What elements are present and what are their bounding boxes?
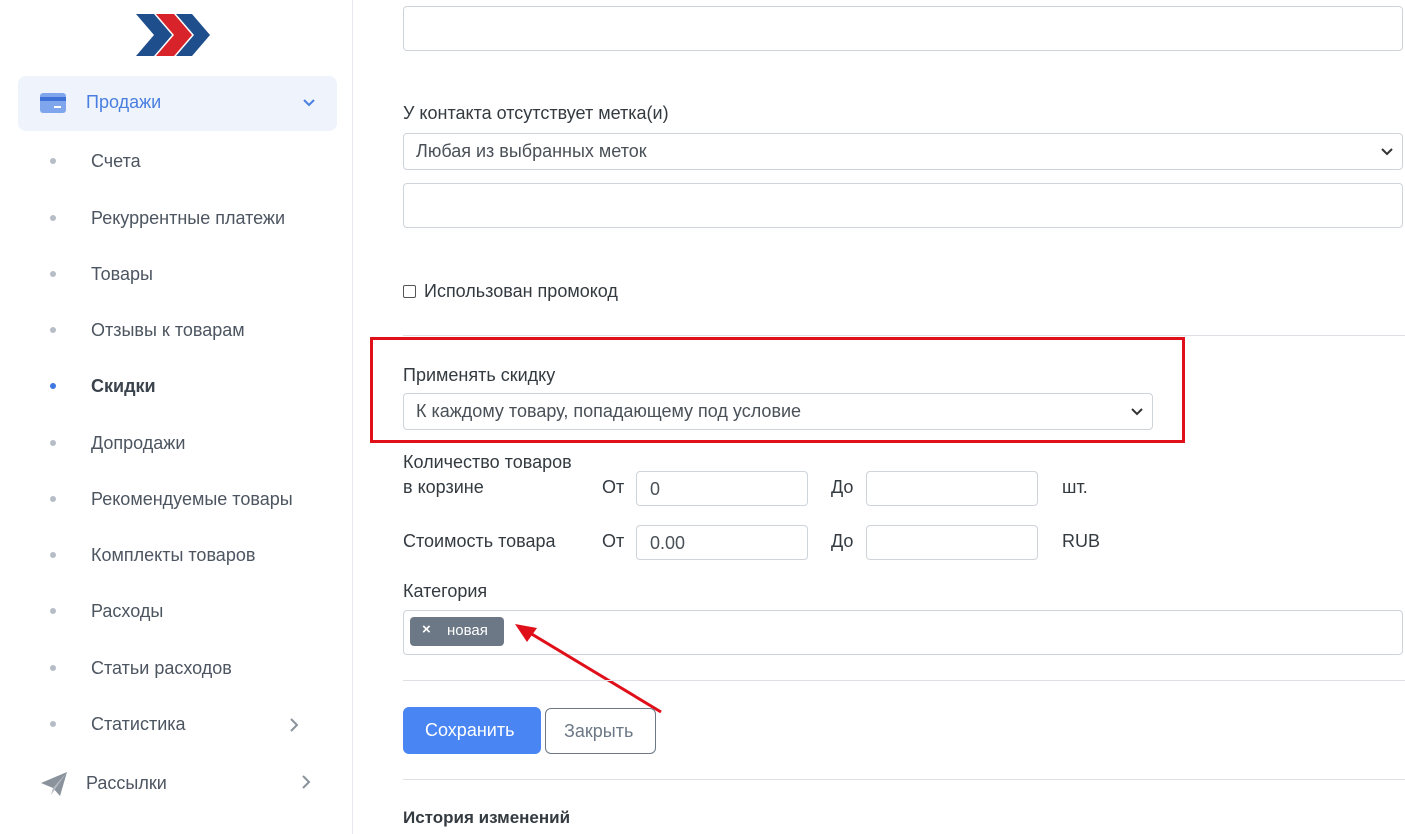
save-button[interactable]: Сохранить bbox=[403, 707, 541, 754]
sidebar-item-label: Счета bbox=[91, 151, 141, 171]
divider bbox=[403, 335, 1405, 336]
divider bbox=[403, 779, 1405, 780]
category-tag: × новая bbox=[410, 617, 504, 646]
sidebar-item-label: Скидки bbox=[91, 376, 156, 396]
select-value: Любая из выбранных меток bbox=[416, 141, 647, 161]
tags-missing-input[interactable] bbox=[403, 183, 1403, 228]
sidebar-item-product-reviews[interactable]: Отзывы к товарам bbox=[30, 311, 330, 351]
remove-tag-icon[interactable]: × bbox=[422, 621, 431, 638]
annotation-highlight-box bbox=[370, 337, 1185, 443]
qty-from-label: От bbox=[602, 477, 625, 497]
logo-icon[interactable] bbox=[134, 12, 212, 58]
card-icon bbox=[40, 93, 66, 113]
price-to-input[interactable] bbox=[866, 525, 1038, 560]
history-heading: История изменений bbox=[403, 808, 571, 827]
qty-label-line1: Количество товаров bbox=[403, 452, 572, 472]
tags-input-top[interactable] bbox=[403, 6, 1403, 51]
tag-missing-mode-select[interactable]: Любая из выбранных меток bbox=[403, 133, 1403, 170]
sidebar-item-statistics[interactable]: Статистика bbox=[30, 705, 330, 745]
qty-from-input[interactable]: 0 bbox=[636, 471, 808, 506]
sidebar-item-invoices[interactable]: Счета bbox=[30, 142, 330, 182]
sidebar-item-label: Продажи bbox=[86, 92, 162, 112]
price-from-input[interactable]: 0.00 bbox=[636, 525, 808, 560]
price-to-label: До bbox=[831, 531, 854, 551]
sidebar-item-label: Рекомендуемые товары bbox=[91, 489, 293, 509]
sidebar-item-recommended-products[interactable]: Рекомендуемые товары bbox=[30, 480, 330, 520]
input-value: 0 bbox=[650, 479, 661, 499]
chevron-down-icon bbox=[1381, 148, 1393, 156]
main-content: У контакта отсутствует метка(и) Любая из… bbox=[353, 0, 1405, 834]
sidebar-item-label: Товары bbox=[91, 264, 153, 284]
sidebar-item-expense-items[interactable]: Статьи расходов bbox=[30, 649, 330, 689]
sidebar-item-label: Комплекты товаров bbox=[91, 545, 256, 565]
bullet-icon bbox=[50, 665, 56, 671]
paper-plane-icon bbox=[41, 772, 67, 796]
price-from-label: От bbox=[602, 531, 625, 551]
bullet-icon bbox=[50, 440, 56, 446]
price-unit: RUB bbox=[1062, 531, 1101, 551]
sidebar-item-products[interactable]: Товары bbox=[30, 255, 330, 295]
sidebar-item-label: Отзывы к товарам bbox=[91, 320, 245, 340]
sidebar-item-discounts[interactable]: Скидки bbox=[30, 367, 330, 407]
save-button-label: Сохранить bbox=[425, 720, 515, 740]
close-button[interactable]: Закрыть bbox=[545, 708, 656, 754]
sidebar-item-label: Рассылки bbox=[86, 773, 167, 793]
sidebar-item-recurring-payments[interactable]: Рекуррентные платежи bbox=[30, 199, 330, 239]
annotation-arrow-icon bbox=[515, 624, 662, 714]
price-label: Стоимость товара bbox=[403, 531, 556, 551]
sidebar-item-product-bundles[interactable]: Комплекты товаров bbox=[30, 536, 330, 576]
tag-missing-label: У контакта отсутствует метка(и) bbox=[403, 103, 669, 123]
bullet-icon bbox=[50, 271, 56, 277]
divider bbox=[403, 680, 1405, 681]
sidebar-item-mailings[interactable]: Рассылки bbox=[18, 762, 337, 806]
chevron-right-icon bbox=[302, 775, 311, 789]
chevron-right-icon bbox=[290, 718, 299, 732]
sidebar-item-upsells[interactable]: Допродажи bbox=[30, 424, 330, 464]
bullet-icon bbox=[50, 158, 56, 164]
bullet-icon bbox=[50, 496, 56, 502]
sidebar: Продажи Счета Рекуррентные платежи Товар… bbox=[0, 0, 353, 834]
sidebar-item-sales[interactable]: Продажи bbox=[18, 76, 337, 131]
chevron-down-icon[interactable] bbox=[302, 96, 316, 110]
close-button-label: Закрыть bbox=[564, 721, 634, 741]
bullet-icon bbox=[50, 721, 56, 727]
qty-to-label: До bbox=[831, 477, 854, 497]
input-value: 0.00 bbox=[650, 533, 686, 553]
promo-checkbox[interactable] bbox=[403, 285, 416, 298]
sidebar-item-label: Расходы bbox=[91, 601, 164, 621]
qty-label-line2: в корзине bbox=[403, 477, 484, 497]
sidebar-item-label: Статистика bbox=[91, 714, 186, 734]
sidebar-item-label: Рекуррентные платежи bbox=[91, 208, 286, 228]
bullet-icon bbox=[50, 552, 56, 558]
bullet-icon bbox=[50, 215, 56, 221]
qty-to-input[interactable] bbox=[866, 471, 1038, 506]
sidebar-item-label: Статьи расходов bbox=[91, 658, 232, 678]
bullet-icon bbox=[50, 608, 56, 614]
category-label: Категория bbox=[403, 581, 488, 601]
bullet-icon bbox=[50, 327, 56, 333]
qty-unit: шт. bbox=[1062, 477, 1088, 497]
promo-label: Использован промокод bbox=[424, 281, 618, 301]
sidebar-item-expenses[interactable]: Расходы bbox=[30, 592, 330, 632]
tag-label: новая bbox=[447, 622, 488, 639]
sidebar-item-label: Допродажи bbox=[91, 433, 186, 453]
bullet-icon bbox=[50, 383, 56, 389]
